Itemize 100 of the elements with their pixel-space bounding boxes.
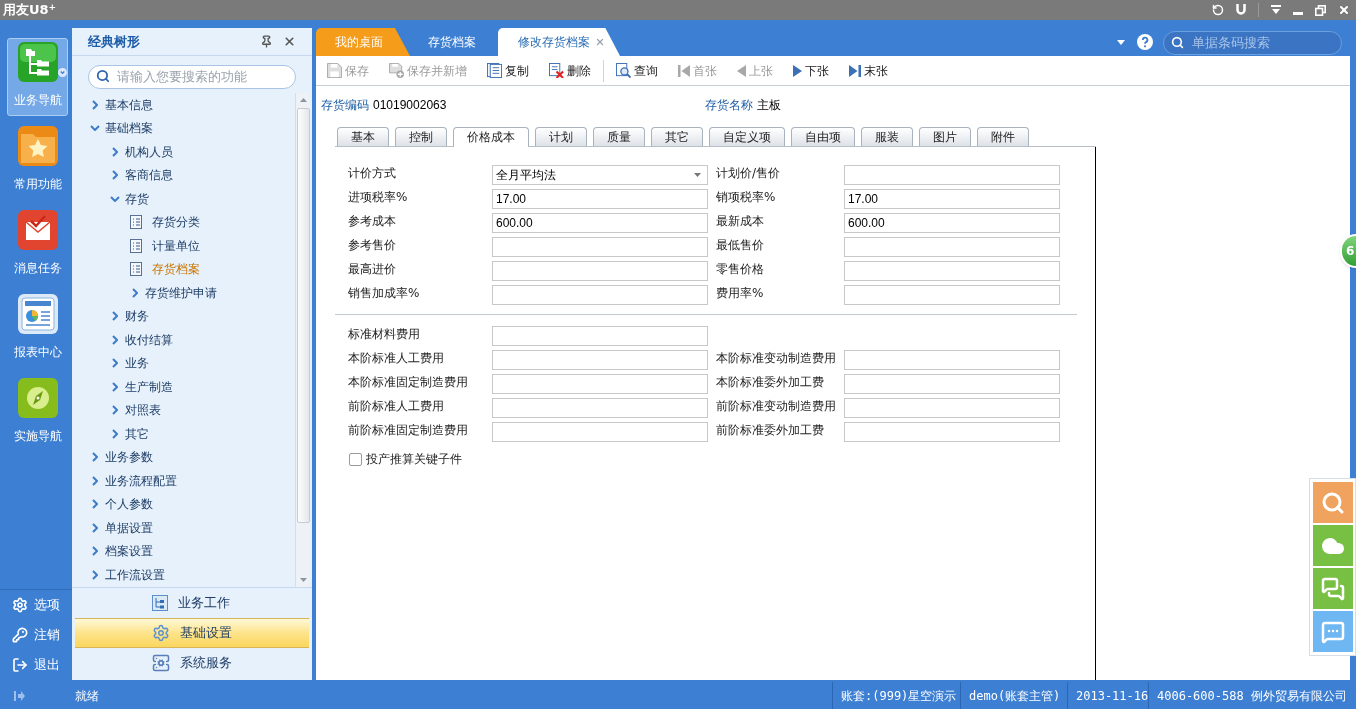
checkbox[interactable] xyxy=(349,452,362,466)
text-field[interactable] xyxy=(492,326,708,346)
form-tab[interactable]: 自定义项 xyxy=(709,127,785,146)
caret-down-icon[interactable] xyxy=(1117,39,1125,45)
text-field[interactable] xyxy=(844,165,1060,185)
form-tab[interactable]: 附件 xyxy=(977,127,1029,146)
nav-button[interactable]: 实施导航 xyxy=(7,374,68,452)
section-item[interactable]: 业务工作 xyxy=(75,588,309,618)
side-tool-button[interactable] xyxy=(1313,611,1353,652)
search-field[interactable]: 单据条码搜索 xyxy=(1163,30,1342,55)
tree-item[interactable]: 对照表 xyxy=(110,402,161,419)
tree-item[interactable]: 生产制造 xyxy=(110,378,173,395)
text-field[interactable] xyxy=(844,285,1060,305)
chevron-right-icon[interactable] xyxy=(112,311,118,322)
toolbar-button[interactable]: 末张 xyxy=(849,61,888,80)
tree-item[interactable]: 工作流设置 xyxy=(90,566,165,583)
chevron-right-icon[interactable] xyxy=(92,522,98,533)
chevron-right-icon[interactable] xyxy=(92,569,98,580)
tree-item[interactable]: 业务参数 xyxy=(90,449,153,466)
form-tab[interactable]: 价格成本 xyxy=(453,127,529,147)
nav-button[interactable]: 报表中心 xyxy=(7,290,68,368)
chevron-right-icon[interactable] xyxy=(92,99,98,110)
chevron-right-icon[interactable] xyxy=(112,170,118,181)
refresh-icon[interactable] xyxy=(1212,4,1224,16)
side-tool-button[interactable] xyxy=(1313,482,1353,523)
chevron-right-icon[interactable] xyxy=(112,358,118,369)
text-field[interactable] xyxy=(492,285,708,305)
tree-item[interactable]: 个人参数 xyxy=(90,496,153,513)
text-field[interactable] xyxy=(492,350,708,370)
scrollbar-track[interactable] xyxy=(295,93,310,587)
scroll-up-arrow-icon[interactable] xyxy=(299,98,307,102)
restore-icon[interactable] xyxy=(1315,4,1326,16)
form-tab[interactable]: 自由项 xyxy=(791,127,855,146)
text-field[interactable]: 17.00 xyxy=(844,189,1060,209)
tree-item[interactable]: 财务 xyxy=(110,308,149,325)
text-field[interactable] xyxy=(492,237,708,257)
form-tab[interactable]: 控制 xyxy=(395,127,447,146)
dropdown-field[interactable]: 全月平均法 xyxy=(492,165,708,185)
tree-item[interactable]: 客商信息 xyxy=(110,167,173,184)
tree-item[interactable]: 基础档案 xyxy=(90,120,153,137)
form-tab[interactable]: 基本 xyxy=(337,127,389,146)
tree-item[interactable]: 业务 xyxy=(110,355,149,372)
tree-item[interactable]: 存货 xyxy=(110,190,149,207)
text-field[interactable] xyxy=(844,237,1060,257)
chevron-right-icon[interactable] xyxy=(132,287,138,298)
chevron-down-icon[interactable] xyxy=(110,195,120,202)
text-field[interactable]: 17.00 xyxy=(492,189,708,209)
tree-item[interactable]: 收付结算 xyxy=(110,331,173,348)
tree-item[interactable]: 单据设置 xyxy=(90,519,153,536)
side-tool-button[interactable] xyxy=(1313,568,1353,609)
form-tab[interactable]: 计划 xyxy=(535,127,587,146)
chevron-right-icon[interactable] xyxy=(112,381,118,392)
help-icon[interactable] xyxy=(1137,34,1153,50)
magnet-icon[interactable] xyxy=(1236,4,1246,16)
chevron-down-circle-icon[interactable] xyxy=(58,68,67,77)
scroll-down-arrow-icon[interactable] xyxy=(299,578,307,582)
text-field[interactable]: 600.00 xyxy=(844,213,1060,233)
section-item[interactable]: 系统服务 xyxy=(75,648,309,678)
text-field[interactable] xyxy=(844,350,1060,370)
text-field[interactable]: 600.00 xyxy=(492,213,708,233)
text-field[interactable] xyxy=(844,398,1060,418)
toolbar-button[interactable]: 下张 xyxy=(793,61,829,80)
nav-button[interactable]: 常用功能 xyxy=(7,122,68,200)
side-tool-button[interactable] xyxy=(1313,525,1353,566)
tree-item[interactable]: 基本信息 xyxy=(90,96,153,113)
form-tab[interactable]: 服装 xyxy=(861,127,913,146)
form-tab[interactable]: 其它 xyxy=(651,127,703,146)
pin-icon[interactable] xyxy=(260,35,273,48)
page-tab[interactable]: 存货档案 xyxy=(410,28,498,56)
chevron-down-icon[interactable] xyxy=(90,125,100,132)
search-field[interactable]: 请输入您要搜索的功能 xyxy=(88,64,296,89)
section-item[interactable]: 基础设置 xyxy=(75,618,309,648)
nav-button[interactable]: 消息任务 xyxy=(7,206,68,284)
bar-arrow-icon[interactable] xyxy=(14,690,25,701)
nav-link[interactable]: 退出 xyxy=(0,650,72,680)
text-field[interactable] xyxy=(492,422,708,442)
text-field[interactable] xyxy=(844,422,1060,442)
tree-item[interactable]: 计量单位 xyxy=(130,237,200,254)
text-field[interactable] xyxy=(844,374,1060,394)
form-tab[interactable]: 图片 xyxy=(919,127,971,146)
tree-item[interactable]: 业务流程配置 xyxy=(90,472,177,489)
toolbar-button[interactable]: 删除 xyxy=(549,61,591,80)
chevron-right-icon[interactable] xyxy=(112,146,118,157)
chevron-right-icon[interactable] xyxy=(112,428,118,439)
toolbar-button[interactable]: 查询 xyxy=(616,61,658,80)
scrollbar-thumb[interactable] xyxy=(296,108,310,523)
text-field[interactable] xyxy=(844,261,1060,281)
chevron-right-icon[interactable] xyxy=(112,405,118,416)
close-icon[interactable] xyxy=(283,35,296,48)
text-field[interactable] xyxy=(492,398,708,418)
nav-link[interactable]: 选项 xyxy=(0,590,72,620)
nav-link[interactable]: 注销 xyxy=(0,620,72,650)
chevron-right-icon[interactable] xyxy=(112,334,118,345)
menu-icon[interactable] xyxy=(1271,5,1281,15)
toolbar-button[interactable]: 复制 xyxy=(487,61,529,80)
chevron-right-icon[interactable] xyxy=(92,546,98,557)
page-tab[interactable]: 修改存货档案 xyxy=(498,28,620,56)
tree-item[interactable]: 档案设置 xyxy=(90,543,153,560)
text-field[interactable] xyxy=(492,261,708,281)
chevron-right-icon[interactable] xyxy=(92,475,98,486)
